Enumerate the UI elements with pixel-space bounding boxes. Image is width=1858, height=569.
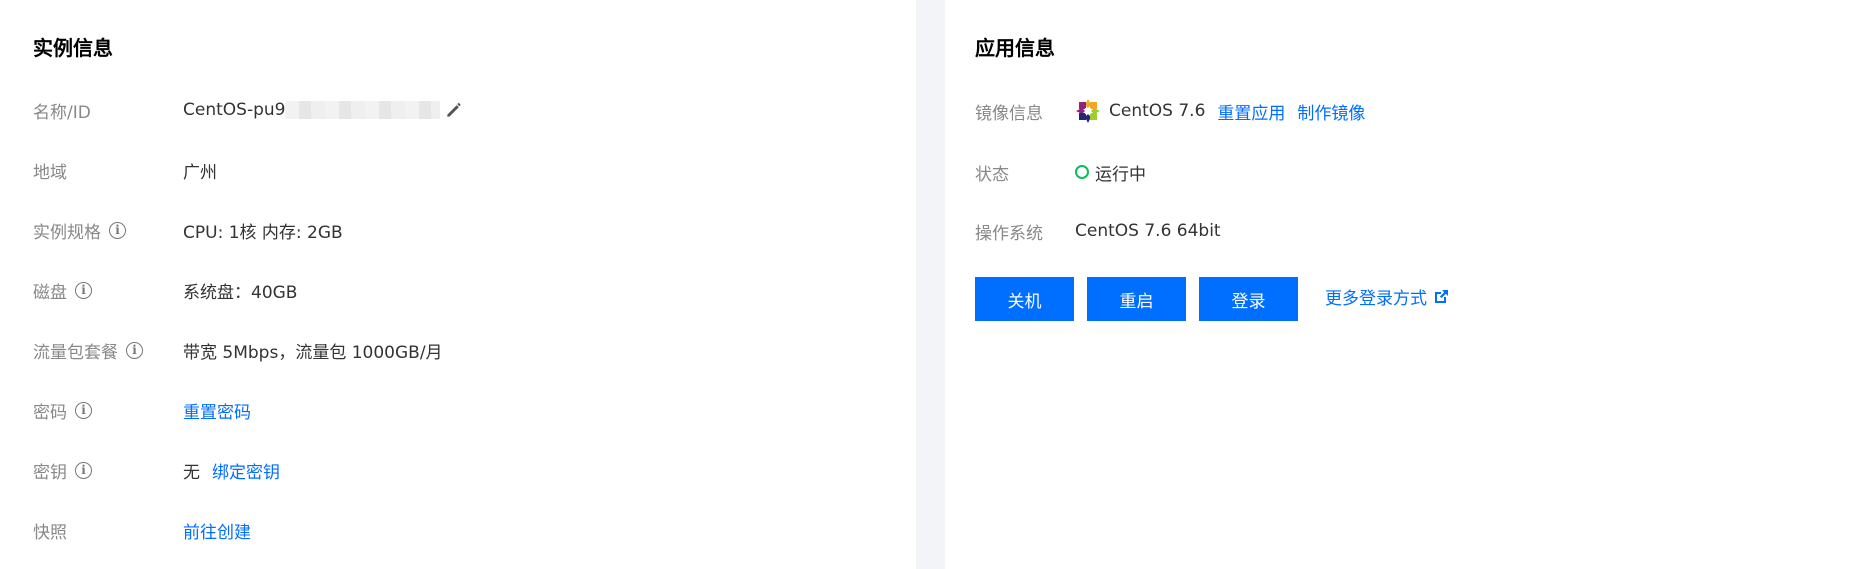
create-snapshot-link[interactable]: 前往创建 bbox=[183, 518, 251, 543]
info-icon[interactable]: i bbox=[126, 341, 143, 359]
key-none-text: 无 bbox=[183, 462, 200, 483]
shutdown-button[interactable]: 关机 bbox=[975, 277, 1074, 321]
snapshot-label: 快照 bbox=[33, 522, 67, 543]
restart-button[interactable]: 重启 bbox=[1087, 277, 1186, 321]
name-id-label: 名称/ID bbox=[33, 102, 91, 123]
key-label: 密钥 i bbox=[33, 458, 92, 483]
centos-logo-icon bbox=[1076, 99, 1100, 123]
image-info-value: CentOS 7.6 重置应用 制作镜像 bbox=[1075, 98, 1365, 124]
bind-key-link[interactable]: 绑定密钥 bbox=[212, 458, 280, 483]
pencil-icon[interactable] bbox=[444, 100, 464, 120]
app-info-title: 应用信息 bbox=[975, 36, 1055, 60]
disk-value: 系统盘：40GB bbox=[183, 282, 298, 303]
info-icon[interactable]: i bbox=[75, 401, 92, 419]
status-text: 运行中 bbox=[1095, 164, 1146, 185]
external-link-icon[interactable] bbox=[1433, 289, 1449, 305]
os-value: CentOS 7.6 64bit bbox=[1075, 221, 1221, 241]
status-value: 运行中 bbox=[1075, 160, 1146, 185]
region-label: 地域 bbox=[33, 162, 67, 183]
region-value: 广州 bbox=[183, 162, 217, 183]
redacted-id-blur bbox=[285, 101, 441, 119]
image-info-label: 镜像信息 bbox=[975, 103, 1043, 124]
instance-name-text: CentOS-pu9 bbox=[183, 100, 286, 120]
make-image-link[interactable]: 制作镜像 bbox=[1297, 99, 1365, 124]
disk-label-text: 磁盘 bbox=[33, 282, 67, 303]
spec-label: 实例规格 i bbox=[33, 218, 126, 243]
key-value: 无 绑定密钥 bbox=[183, 458, 280, 483]
os-label: 操作系统 bbox=[975, 223, 1043, 244]
status-label: 状态 bbox=[975, 164, 1009, 185]
name-id-value: CentOS-pu9 bbox=[183, 100, 464, 120]
reset-password-link[interactable]: 重置密码 bbox=[183, 398, 251, 423]
key-label-text: 密钥 bbox=[33, 462, 67, 483]
password-label-text: 密码 bbox=[33, 402, 67, 423]
disk-label: 磁盘 i bbox=[33, 278, 92, 303]
traffic-label: 流量包套餐 i bbox=[33, 338, 143, 363]
traffic-label-text: 流量包套餐 bbox=[33, 342, 118, 363]
reset-app-link[interactable]: 重置应用 bbox=[1217, 99, 1285, 124]
login-button[interactable]: 登录 bbox=[1199, 277, 1298, 321]
info-icon[interactable]: i bbox=[109, 221, 126, 239]
instance-info-panel: 实例信息 名称/ID CentOS-pu9 地域 广州 实例规格 i CPU: … bbox=[0, 0, 916, 569]
instance-info-title: 实例信息 bbox=[33, 36, 113, 60]
more-login-link[interactable]: 更多登录方式 bbox=[1325, 284, 1449, 309]
app-info-panel: 应用信息 镜像信息 CentOS 7.6 重置应用 制作镜像 状态 运行中 操作… bbox=[945, 0, 1858, 569]
running-status-icon bbox=[1075, 165, 1089, 179]
image-name: CentOS 7.6 bbox=[1109, 101, 1206, 121]
password-label: 密码 i bbox=[33, 398, 92, 423]
spec-value: CPU: 1核 内存: 2GB bbox=[183, 222, 343, 243]
spec-label-text: 实例规格 bbox=[33, 222, 101, 243]
info-icon[interactable]: i bbox=[75, 281, 92, 299]
info-icon[interactable]: i bbox=[75, 461, 92, 479]
traffic-value: 带宽 5Mbps，流量包 1000GB/月 bbox=[183, 342, 443, 363]
more-login-text[interactable]: 更多登录方式 bbox=[1325, 284, 1427, 309]
